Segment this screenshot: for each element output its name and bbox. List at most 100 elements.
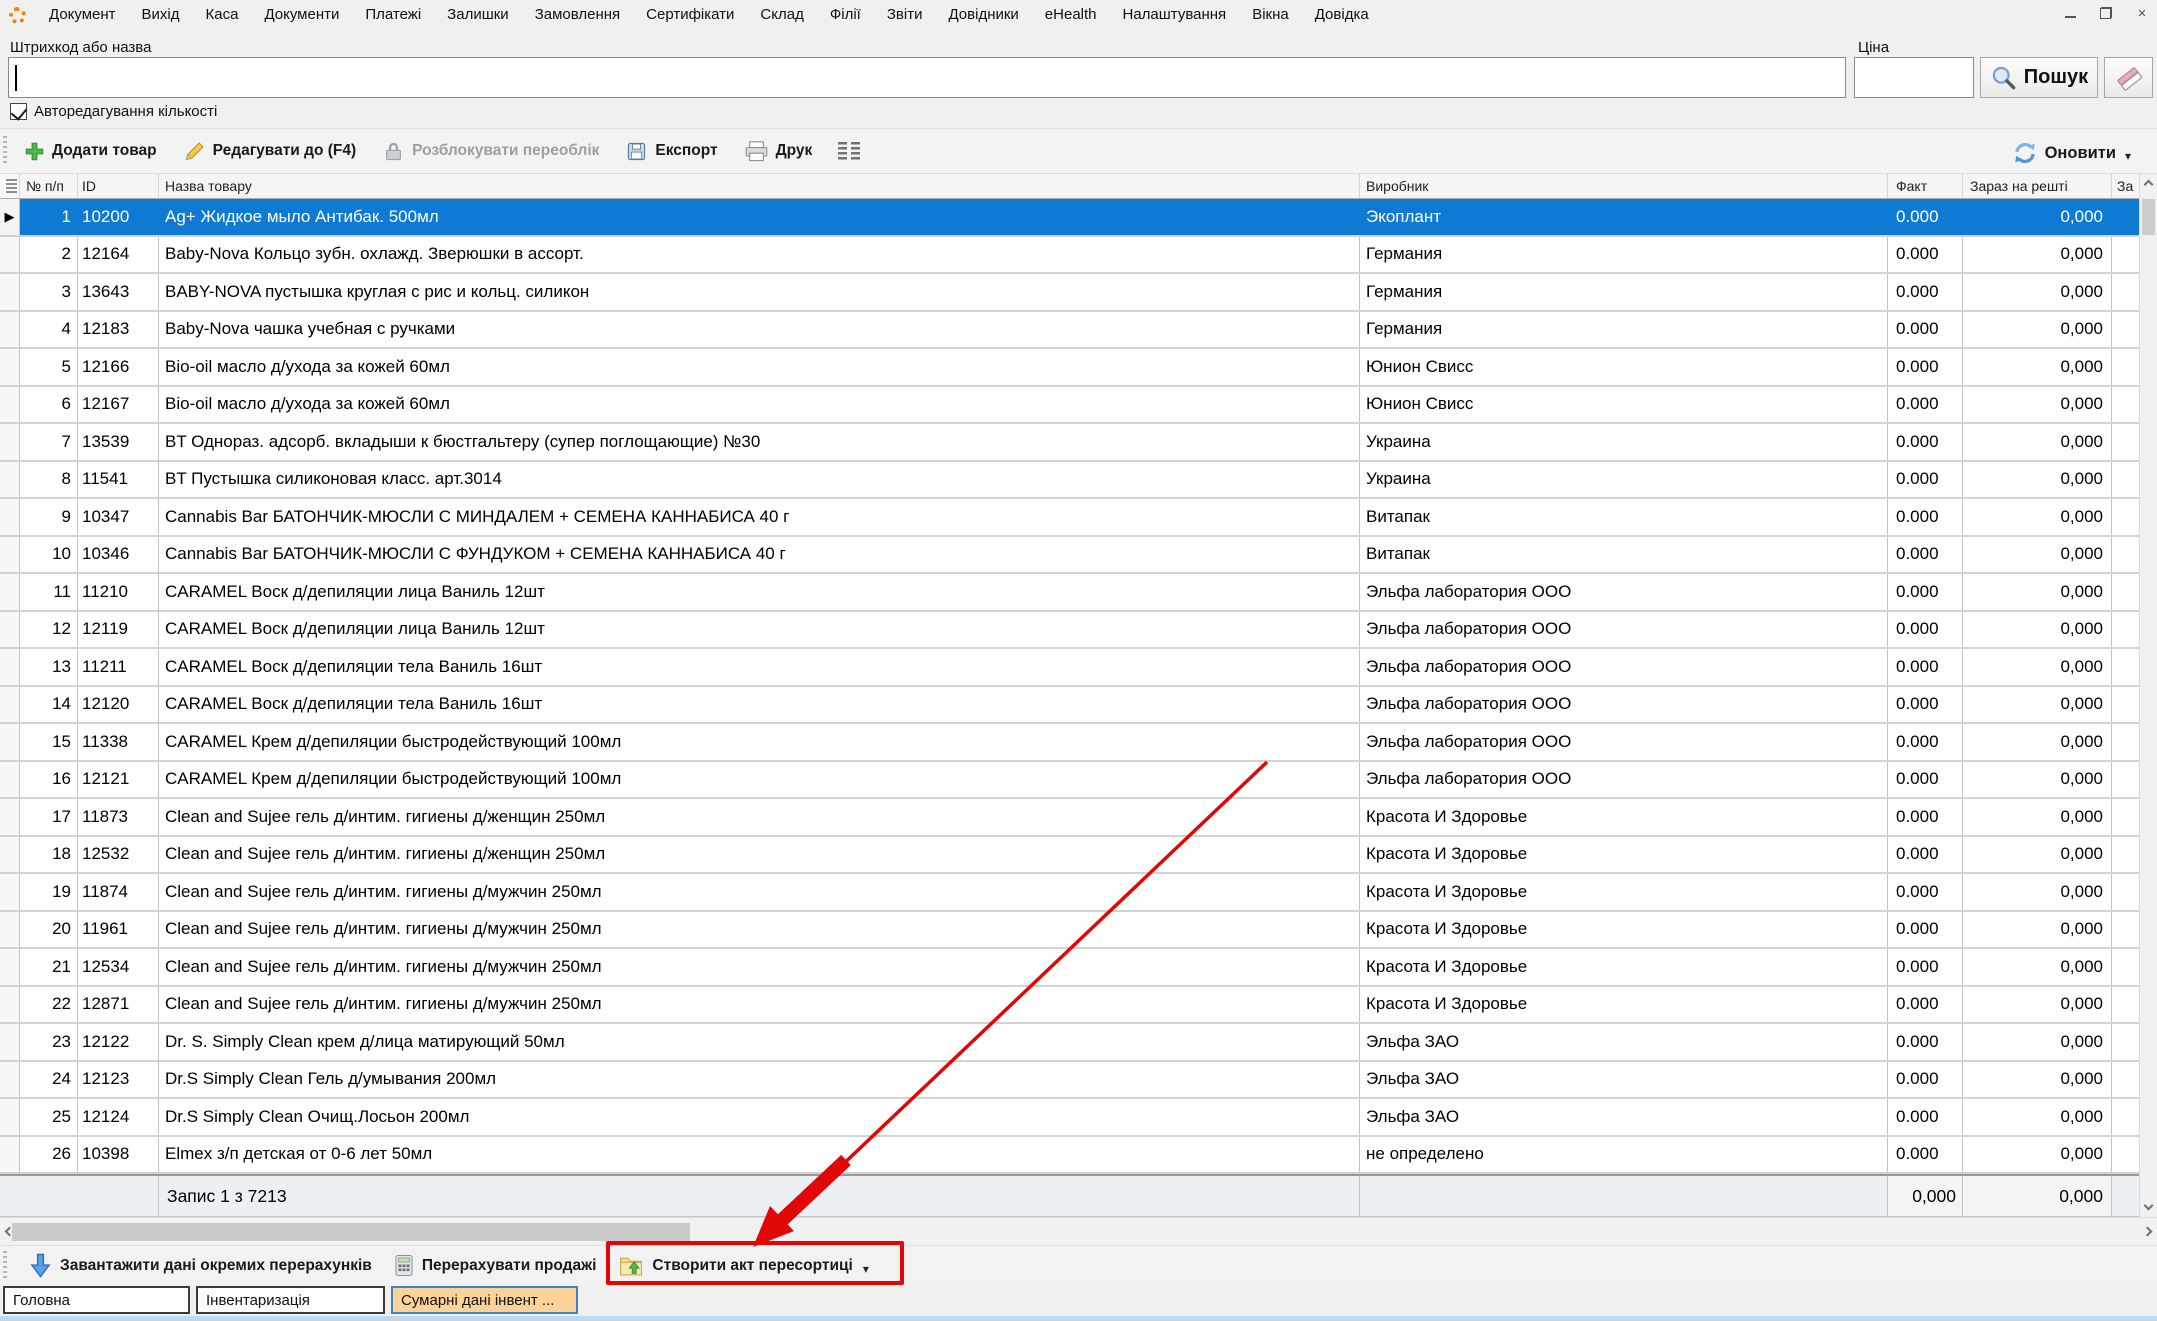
table-row[interactable]: 612167Bio-oil масло д/ухода за кожей 60м… (0, 387, 2139, 425)
refresh-dropdown-icon[interactable]: ▾ (2125, 149, 2131, 163)
table-row[interactable]: ▶110200Ag+ Жидкое мыло Антибак. 500млЭко… (0, 199, 2139, 237)
table-row[interactable]: 2011961Clean and Sujee гель д/интим. гиг… (0, 912, 2139, 950)
row-number: 4 (20, 312, 78, 348)
autoedit-checkbox[interactable] (10, 103, 27, 120)
scroll-down-icon[interactable] (2144, 1201, 2154, 1211)
column-header-name[interactable]: Назва товару (159, 174, 1360, 198)
menu-item-8[interactable]: Склад (747, 0, 816, 30)
print-button[interactable]: Друк (736, 136, 821, 167)
vertical-scrollbar[interactable] (2139, 174, 2157, 1217)
table-row[interactable]: 512166Bio-oil масло д/ухода за кожей 60м… (0, 349, 2139, 387)
refresh-button[interactable]: Оновити ▾ (2004, 136, 2139, 170)
horizontal-scroll-thumb[interactable] (12, 1223, 690, 1241)
product-id: 12119 (78, 612, 159, 648)
fact-qty: 0.000 (1888, 1024, 1963, 1060)
fact-qty: 0.000 (1888, 837, 1963, 873)
column-header-id[interactable]: ID (78, 174, 159, 198)
table-row[interactable]: 313643BABY-NOVA пустышка круглая с рис и… (0, 274, 2139, 312)
cutoff-cell (2112, 1024, 2139, 1060)
actionbar-grip[interactable] (3, 1251, 7, 1281)
horizontal-scrollbar[interactable] (0, 1217, 2157, 1245)
menu-item-0[interactable]: Документ (36, 0, 129, 30)
table-row[interactable]: 713539BT Однораз. адсорб. вкладыши к бюс… (0, 424, 2139, 462)
autoedit-checkbox-row: Авторедагування кількості (10, 103, 217, 120)
menu-item-2[interactable]: Каса (193, 0, 252, 30)
column-header-remainder[interactable]: Зараз на решті (1963, 174, 2112, 198)
table-row[interactable]: 1711873Clean and Sujee гель д/интим. гиг… (0, 799, 2139, 837)
remainder-qty: 0,000 (1963, 724, 2112, 760)
manufacturer: Красота И Здоровье (1360, 799, 1888, 835)
restore-button[interactable] (2095, 3, 2117, 23)
remainder-qty: 0,000 (1963, 912, 2112, 948)
load-recount-data-button[interactable]: Завантажити дані окремих перерахунків (22, 1250, 379, 1282)
row-number: 12 (20, 612, 78, 648)
table-row[interactable]: 1111210CARAMEL Воск д/депиляции лица Ван… (0, 574, 2139, 612)
create-regrading-act-button[interactable]: Створити акт пересортиці ▾ (611, 1251, 875, 1280)
product-name: CARAMEL Воск д/депиляции тела Ваниль 16ш… (159, 649, 1360, 685)
minimize-button[interactable] (2059, 3, 2081, 23)
table-row[interactable]: 1511338CARAMEL Крем д/депиляции быстроде… (0, 724, 2139, 762)
table-row[interactable]: 1010346Cannabis Bar БАТОНЧИК-МЮСЛИ С ФУН… (0, 537, 2139, 575)
search-button[interactable]: Пошук (1980, 57, 2098, 98)
menu-item-3[interactable]: Документи (251, 0, 352, 30)
product-name: Cannabis Bar БАТОНЧИК-МЮСЛИ С МИНДАЛЕМ +… (159, 499, 1360, 535)
edit-label: Редагувати до (F4) (213, 142, 357, 160)
remainder-qty: 0,000 (1963, 649, 2112, 685)
add-product-button[interactable]: Додати товар (16, 137, 165, 166)
vertical-scroll-thumb[interactable] (2142, 199, 2155, 235)
table-row[interactable]: 2512124Dr.S Simply Clean Очищ.Лосьон 200… (0, 1099, 2139, 1137)
column-header-num[interactable]: № п/п (20, 174, 78, 198)
table-row[interactable]: 1812532Clean and Sujee гель д/интим. гиг… (0, 837, 2139, 875)
menu-item-5[interactable]: Залишки (434, 0, 522, 30)
toolbar-grip[interactable] (3, 136, 7, 166)
app-logo-icon[interactable] (9, 7, 26, 24)
tab-holovna[interactable]: Головна (3, 1286, 190, 1314)
table-row[interactable]: 1311211CARAMEL Воск д/депиляции тела Ван… (0, 649, 2139, 687)
menu-item-15[interactable]: Довідка (1302, 0, 1382, 30)
table-row[interactable]: 1412120CARAMEL Воск д/депиляции тела Ван… (0, 687, 2139, 725)
export-button[interactable]: Експорт (617, 136, 725, 167)
tab-inventaryzatsiia[interactable]: Інвентаризація (196, 1286, 385, 1314)
menu-item-1[interactable]: Вихід (129, 0, 193, 30)
scroll-right-icon[interactable] (2143, 1227, 2153, 1237)
menu-item-6[interactable]: Замовлення (522, 0, 633, 30)
menu-item-9[interactable]: Філії (817, 0, 874, 30)
create-act-dropdown-icon[interactable]: ▾ (863, 1262, 869, 1276)
tab-sumarni-dani-invent[interactable]: Сумарні дані інвент ... (391, 1286, 578, 1314)
table-row[interactable]: 412183Baby-Nova чашка учебная с ручкамиГ… (0, 312, 2139, 350)
cutoff-cell (2112, 274, 2139, 310)
table-row[interactable]: 910347Cannabis Bar БАТОНЧИК-МЮСЛИ С МИНД… (0, 499, 2139, 537)
column-header-manufacturer[interactable]: Виробник (1360, 174, 1888, 198)
table-row[interactable]: 2412123Dr.S Simply Clean Гель д/умывания… (0, 1062, 2139, 1100)
edit-button[interactable]: Редагувати до (F4) (175, 136, 365, 167)
table-row[interactable]: 212164Baby-Nova Кольцо зубн. охлажд. Зве… (0, 237, 2139, 275)
fact-qty: 0.000 (1888, 1062, 1963, 1098)
table-row[interactable]: 2610398Elmex з/п детская от 0-6 лет 50мл… (0, 1137, 2139, 1175)
column-settings-button[interactable] (830, 138, 868, 164)
column-header-cutoff[interactable]: За (2112, 174, 2139, 198)
row-select-marker (0, 424, 20, 460)
table-row[interactable]: 1612121CARAMEL Крем д/депиляции быстроде… (0, 762, 2139, 800)
menu-item-4[interactable]: Платежі (352, 0, 434, 30)
clear-button[interactable] (2104, 57, 2153, 98)
menu-item-13[interactable]: Налаштування (1110, 0, 1240, 30)
cutoff-cell (2112, 912, 2139, 948)
barcode-input[interactable] (8, 57, 1846, 98)
menu-item-11[interactable]: Довідники (935, 0, 1031, 30)
price-input[interactable] (1854, 57, 1974, 98)
scroll-up-icon[interactable] (2144, 180, 2154, 190)
table-row[interactable]: 2312122Dr. S. Simply Clean крем д/лица м… (0, 1024, 2139, 1062)
column-header-fact[interactable]: Факт (1888, 174, 1963, 198)
menu-item-12[interactable]: eHealth (1032, 0, 1110, 30)
table-row[interactable]: 1911874Clean and Sujee гель д/интим. гиг… (0, 874, 2139, 912)
table-row[interactable]: 2212871Clean and Sujee гель д/интим. гиг… (0, 987, 2139, 1025)
table-row[interactable]: 811541BT Пустышка силиконовая класс. арт… (0, 462, 2139, 500)
table-row[interactable]: 1212119CARAMEL Воск д/депиляции лица Ван… (0, 612, 2139, 650)
table-row[interactable]: 2112534Clean and Sujee гель д/интим. гиг… (0, 949, 2139, 987)
table-corner-cell[interactable] (0, 174, 20, 198)
close-button[interactable]: × (2131, 3, 2153, 23)
recalc-sales-button[interactable]: Перерахувати продажі (387, 1251, 604, 1280)
menu-item-14[interactable]: Вікна (1239, 0, 1302, 30)
menu-item-7[interactable]: Сертифікати (633, 0, 747, 30)
menu-item-10[interactable]: Звіти (874, 0, 936, 30)
